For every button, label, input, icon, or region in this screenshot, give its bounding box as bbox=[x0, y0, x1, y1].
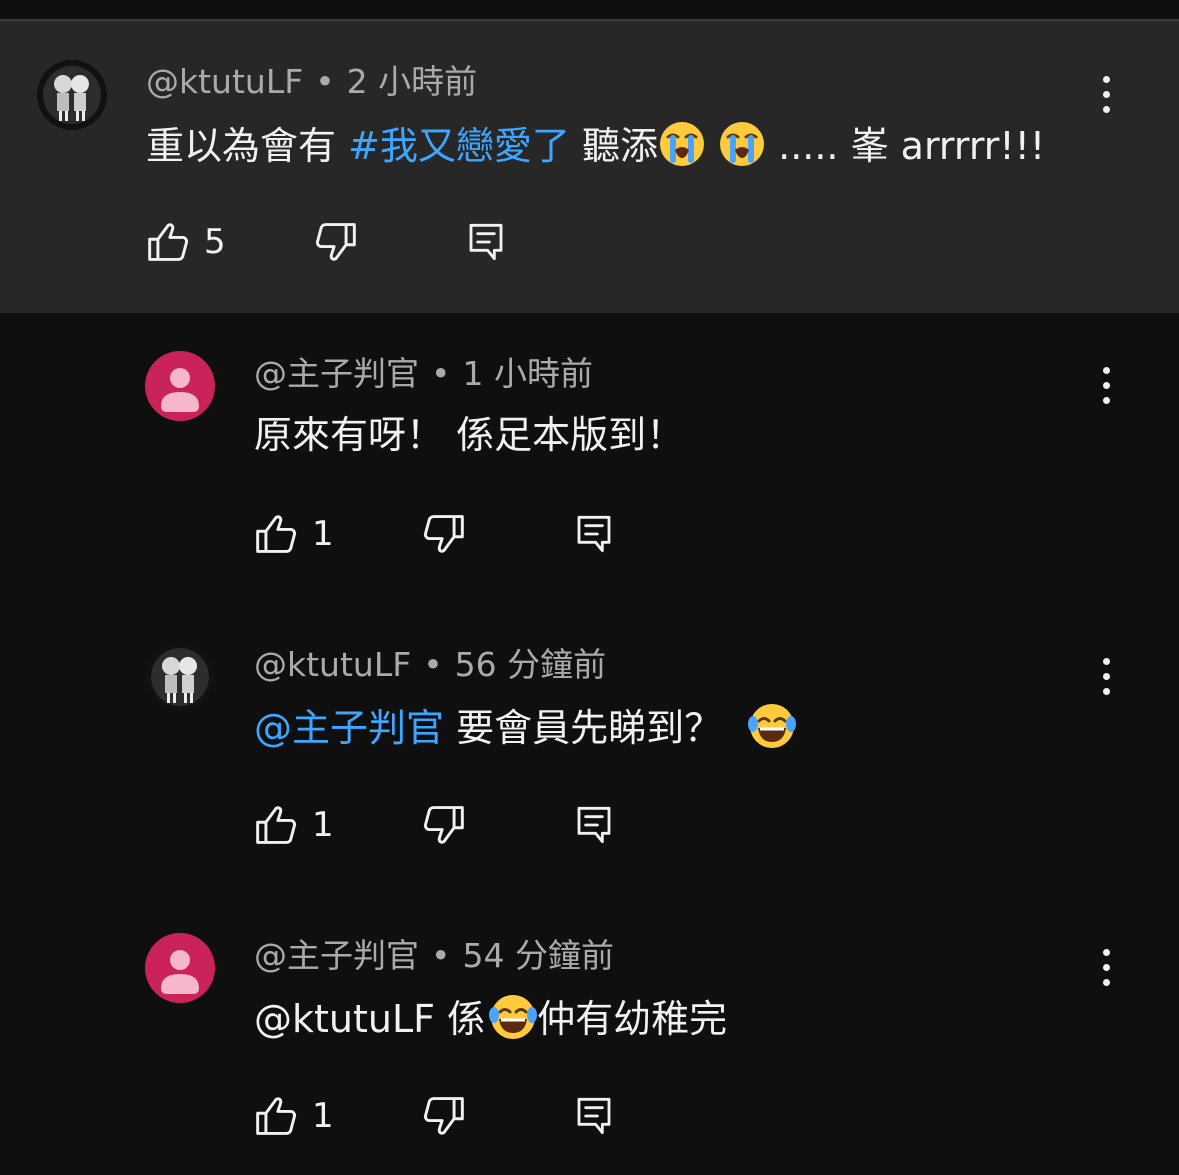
comment-text: 重以為會有 #我又戀愛了 聽添 ..... 峯 arrrrr!!! bbox=[146, 120, 1045, 170]
thumbs-down-icon bbox=[314, 218, 358, 266]
comment-meta: @ktutuLF • 56 分鐘前 bbox=[254, 645, 606, 685]
avatar[interactable] bbox=[145, 351, 215, 421]
face-with-tears-of-joy-icon bbox=[489, 993, 537, 1041]
thumbs-up-icon bbox=[146, 218, 190, 266]
top-strip bbox=[0, 0, 1179, 20]
loudly-crying-face-icon bbox=[658, 120, 706, 168]
avatar-image bbox=[145, 642, 215, 712]
like-button[interactable]: 1 bbox=[254, 510, 334, 560]
comment-text-segment: 重以為會有 bbox=[146, 124, 349, 168]
avatar-image bbox=[37, 60, 107, 130]
separator: • bbox=[315, 62, 335, 101]
reply-comment-icon bbox=[574, 1092, 614, 1140]
like-button[interactable]: 5 bbox=[146, 218, 226, 268]
comment-time[interactable]: 54 分鐘前 bbox=[462, 936, 613, 975]
more-actions-button[interactable] bbox=[1087, 652, 1127, 702]
comment-time[interactable]: 56 分鐘前 bbox=[455, 645, 606, 684]
comment-meta: @主子判官 • 1 小時前 bbox=[254, 354, 593, 394]
comment-actions: 5 bbox=[146, 218, 566, 268]
avatar[interactable] bbox=[37, 60, 107, 130]
comment-author[interactable]: @ktutuLF bbox=[254, 645, 411, 684]
separator: • bbox=[423, 645, 443, 684]
dislike-button[interactable] bbox=[422, 510, 466, 560]
reply-button[interactable] bbox=[574, 510, 614, 560]
reply-button[interactable] bbox=[466, 218, 506, 268]
thumbs-up-icon bbox=[254, 801, 298, 849]
reply-comment-icon bbox=[466, 218, 506, 266]
more-actions-button[interactable] bbox=[1087, 943, 1127, 993]
comment-text-segment: ..... 峯 arrrrr!!! bbox=[766, 124, 1046, 168]
comment-text-segment: 仲有幼稚完 bbox=[537, 997, 728, 1041]
comment-text: @ktutuLF 係 仲有幼稚完 bbox=[254, 993, 727, 1043]
hashtag-link[interactable]: #我又戀愛了 bbox=[348, 124, 570, 168]
reply-button[interactable] bbox=[574, 1092, 614, 1142]
dislike-button[interactable] bbox=[314, 218, 358, 268]
comment-meta: @ktutuLF • 2 小時前 bbox=[146, 62, 477, 102]
like-button[interactable]: 1 bbox=[254, 1092, 334, 1142]
more-actions-button[interactable] bbox=[1087, 361, 1127, 411]
comment-text: @主子判官 要會員先睇到？ bbox=[254, 702, 796, 752]
like-button[interactable]: 1 bbox=[254, 801, 334, 851]
comment-author[interactable]: @主子判官 bbox=[254, 354, 419, 393]
thumbs-up-icon bbox=[254, 1092, 298, 1140]
avatar[interactable] bbox=[145, 642, 215, 712]
like-count: 1 bbox=[312, 514, 334, 554]
reply-comment-icon bbox=[574, 510, 614, 558]
separator: • bbox=[431, 354, 451, 393]
comment-actions: 1 bbox=[254, 1092, 674, 1142]
comment-actions: 1 bbox=[254, 801, 674, 851]
comment-time[interactable]: 2 小時前 bbox=[347, 62, 478, 101]
loudly-crying-face-icon bbox=[718, 120, 766, 168]
comment-text-segment: 要會員先睇到？ bbox=[444, 706, 735, 750]
comment-author[interactable]: @ktutuLF bbox=[146, 62, 303, 101]
mention-link[interactable]: @主子判官 bbox=[254, 706, 444, 750]
comment-meta: @主子判官 • 54 分鐘前 bbox=[254, 936, 614, 976]
thumbs-down-icon bbox=[422, 510, 466, 558]
comment-text-segment: @ktutuLF 係 bbox=[254, 997, 486, 1041]
dislike-button[interactable] bbox=[422, 801, 466, 851]
like-count: 5 bbox=[204, 222, 226, 262]
separator: • bbox=[431, 936, 451, 975]
dislike-button[interactable] bbox=[422, 1092, 466, 1142]
comment-text-segment: 聽添 bbox=[569, 124, 659, 168]
like-count: 1 bbox=[312, 1096, 334, 1136]
comment-time[interactable]: 1 小時前 bbox=[462, 354, 593, 393]
default-avatar-icon bbox=[145, 351, 215, 421]
face-with-tears-of-joy-icon bbox=[748, 702, 796, 750]
comment-author[interactable]: @主子判官 bbox=[254, 936, 419, 975]
reply-comment-icon bbox=[574, 801, 614, 849]
like-count: 1 bbox=[312, 805, 334, 845]
avatar[interactable] bbox=[145, 933, 215, 1003]
reply-button[interactable] bbox=[574, 801, 614, 851]
default-avatar-icon bbox=[145, 933, 215, 1003]
comment-actions: 1 bbox=[254, 510, 674, 560]
thumbs-down-icon bbox=[422, 1092, 466, 1140]
comment-text: 原來有呀！ 係足本版到！ bbox=[254, 413, 685, 457]
more-actions-button[interactable] bbox=[1087, 70, 1127, 120]
thumbs-up-icon bbox=[254, 510, 298, 558]
thumbs-down-icon bbox=[422, 801, 466, 849]
